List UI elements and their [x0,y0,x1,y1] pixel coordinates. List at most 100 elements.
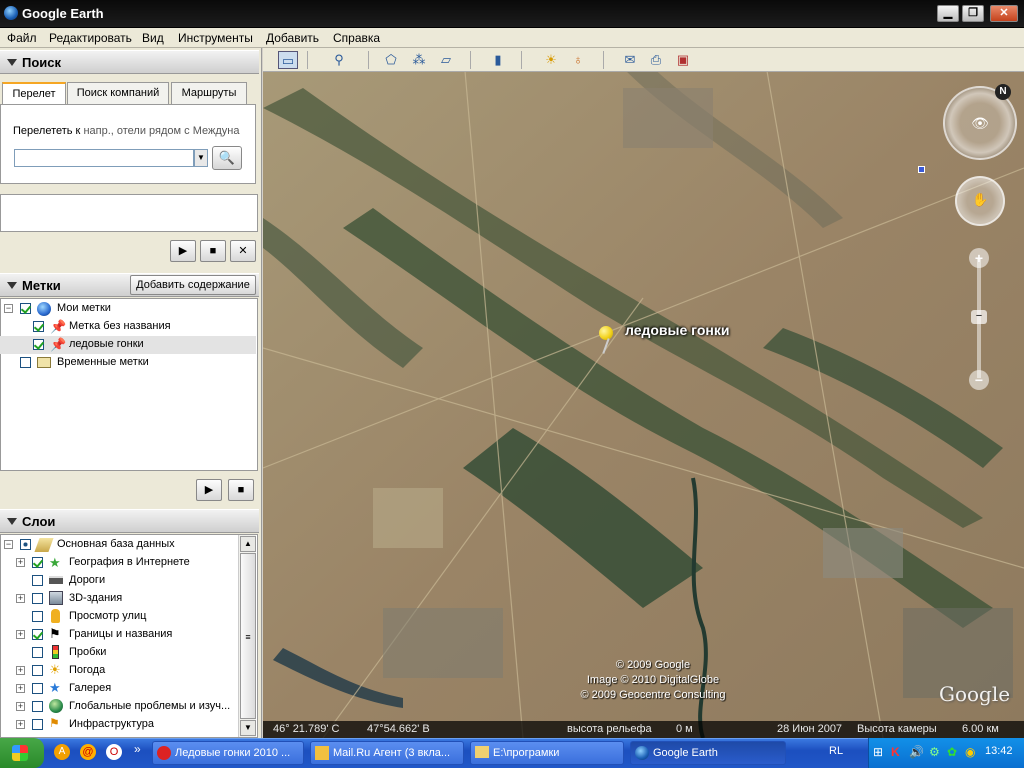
language-indicator[interactable]: RL [829,745,843,757]
tab-flyto[interactable]: Перелет [2,82,66,105]
scroll-down-arrow-icon[interactable]: ▼ [240,720,256,736]
taskbar-item-folder[interactable]: E:\програмки [470,741,624,765]
network-icon[interactable]: ⊞ [873,745,883,759]
collapse-icon[interactable]: − [4,304,13,313]
places-stop-button[interactable]: ■ [228,479,254,501]
search-button[interactable]: 🔍 [212,146,242,170]
earth-map-view[interactable]: ледовые гонки 👁 N ✋ + − − © 2009 Google … [263,48,1024,738]
menu-edit[interactable]: Редактировать [49,31,132,45]
add-content-button[interactable]: Добавить содержание [130,275,256,295]
flyto-input[interactable] [14,149,194,167]
tab-business-search[interactable]: Поиск компаний [67,82,169,104]
layer-row-traffic[interactable]: Пробки [0,644,236,662]
map-marker[interactable] [918,166,925,173]
layer-row-borders[interactable]: + ⚑ Границы и названия [0,626,236,644]
checkbox[interactable] [32,575,43,586]
layer-row-roads[interactable]: Дороги [0,572,236,590]
checkbox-partial[interactable] [20,539,31,550]
add-path-icon[interactable]: ⁂ [409,51,429,69]
add-overlay-icon[interactable]: ▱ [436,51,456,69]
scroll-up-arrow-icon[interactable]: ▲ [240,536,256,552]
print-icon[interactable]: ⎙ [646,51,666,69]
layer-row-street-view[interactable]: Просмотр улиц [0,608,236,626]
checkbox[interactable] [20,357,31,368]
layer-row-weather[interactable]: + ☀ Погода [0,662,236,680]
taskbar-item-browser[interactable]: Ледовые гонки 2010 ... [152,741,304,765]
quicklaunch-mail-icon[interactable]: @ [80,744,96,760]
checkbox[interactable] [32,701,43,712]
tab-directions[interactable]: Маршруты [171,82,247,104]
expand-icon[interactable]: + [16,630,25,639]
layer-row-global-awareness[interactable]: + Глобальные проблемы и изуч... [0,698,236,716]
ruler-icon[interactable]: ▮ [488,51,508,69]
close-button[interactable]: ✕ [990,5,1018,22]
layer-row-gallery[interactable]: + ★ Галерея [0,680,236,698]
layers-scrollbar[interactable]: ▲ ≡ ▼ [238,535,256,737]
play-button[interactable]: ▶ [170,240,196,262]
dropdown-arrow-icon[interactable]: ▼ [194,149,208,167]
sunlight-icon[interactable]: ☀ [541,51,561,69]
layer-row-3d-buildings[interactable]: + 3D-здания [0,590,236,608]
add-placemark-icon[interactable]: ⚲ [329,51,349,69]
taskbar-item-google-earth[interactable]: Google Earth [630,741,786,765]
compass-north[interactable]: N [995,84,1011,100]
add-polygon-icon[interactable]: ⬠ [381,51,401,69]
status-icon[interactable]: ◉ [965,745,975,759]
zoom-out-icon[interactable]: − [969,370,989,390]
zoom-slider[interactable]: + − − [969,248,989,390]
scroll-thumb[interactable]: ≡ [240,553,256,719]
maximize-button[interactable]: ❐ [962,5,984,22]
zoom-in-icon[interactable]: + [969,248,989,268]
taskbar-item-mailru[interactable]: Mail.Ru Агент (3 вкла... [310,741,464,765]
tree-row-my-places[interactable]: − Мои метки [0,300,256,318]
placemark-pushpin-icon[interactable] [596,324,618,356]
antivirus-icon[interactable]: K [891,745,900,759]
expand-icon[interactable]: + [16,702,25,711]
expand-icon[interactable]: + [16,558,25,567]
checkbox[interactable] [32,665,43,676]
collapse-icon[interactable]: − [4,540,13,549]
view-in-maps-icon[interactable]: ▣ [673,51,693,69]
zoom-thumb[interactable]: − [971,310,987,324]
checkbox[interactable] [32,593,43,604]
layer-row-geoweb[interactable]: + ★ География в Интернете [0,554,236,572]
places-play-button[interactable]: ▶ [196,479,222,501]
menu-tools[interactable]: Инструменты [178,31,253,45]
menu-add[interactable]: Добавить [266,31,319,45]
tree-row-temporary-places[interactable]: Временные метки [0,354,256,372]
placemark-label[interactable]: ледовые гонки [625,322,729,338]
expand-icon[interactable]: + [16,594,25,603]
layer-row-primary-db[interactable]: − Основная база данных [0,536,236,554]
layer-row-infrastructure[interactable]: + ⚑ Инфраструктура [0,716,236,734]
stop-button[interactable]: ■ [200,240,226,262]
quicklaunch-opera-icon[interactable]: O [106,744,122,760]
move-control[interactable]: ✋ [955,176,1005,226]
agent-icon[interactable]: ⚙ [929,745,940,759]
checkbox[interactable] [33,339,44,350]
checkbox[interactable] [32,647,43,658]
checkbox[interactable] [32,557,43,568]
layers-panel-header[interactable]: Слои [0,509,259,533]
checkbox[interactable] [33,321,44,332]
tree-row-ice-racing[interactable]: 📌 ледовые гонки [0,336,256,354]
menu-view[interactable]: Вид [142,31,164,45]
expand-icon[interactable]: + [16,720,25,729]
minimize-button[interactable]: ▁ [937,5,959,22]
icq-icon[interactable]: ✿ [947,745,957,759]
menu-help[interactable]: Справка [333,31,380,45]
planet-icon[interactable]: ♁ [568,51,588,69]
search-panel-header[interactable]: Поиск [0,50,259,74]
expand-icon[interactable]: + [16,666,25,675]
email-icon[interactable]: ✉ [620,51,640,69]
expand-icon[interactable]: + [16,684,25,693]
checkbox[interactable] [32,683,43,694]
tree-row-unnamed-placemark[interactable]: 📌 Метка без названия [0,318,256,336]
checkbox[interactable] [32,629,43,640]
quicklaunch-app-icon[interactable]: A [54,744,70,760]
sidebar-toggle-icon[interactable]: ▭ [278,51,298,69]
checkbox[interactable] [20,303,31,314]
quicklaunch-more-icon[interactable]: » [134,742,141,756]
volume-icon[interactable]: 🔊 [909,745,924,759]
clear-button[interactable]: ✕ [230,240,256,262]
menu-file[interactable]: Файл [7,31,37,45]
